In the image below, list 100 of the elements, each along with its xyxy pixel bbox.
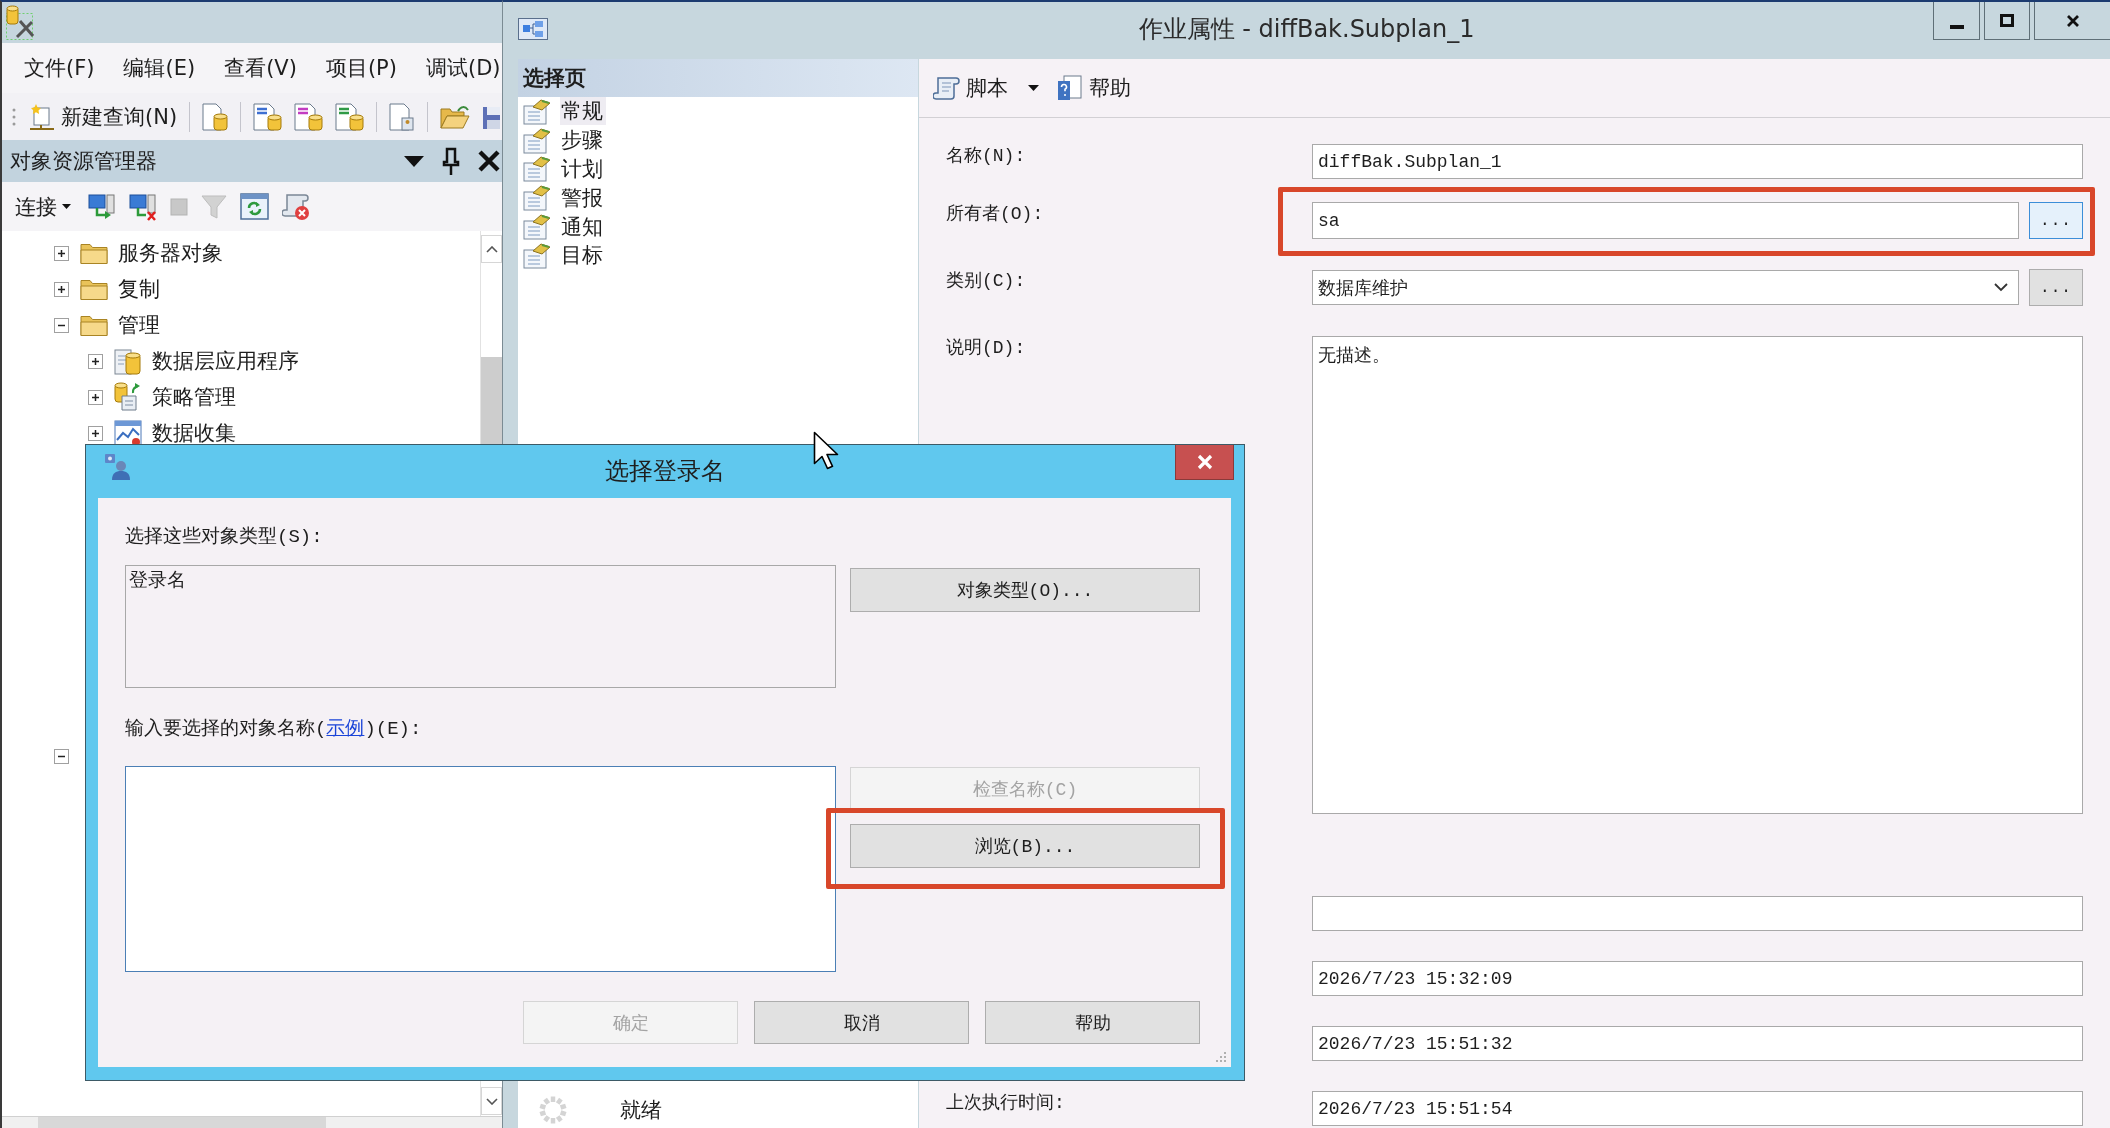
select-page-header: 选择页: [518, 59, 918, 97]
page-item[interactable]: 步骤: [560, 126, 606, 155]
examples-link[interactable]: 示例: [326, 718, 365, 740]
scrollbar-thumb[interactable]: [38, 1117, 326, 1128]
pin-icon[interactable]: [441, 147, 461, 175]
maximize-icon: [2000, 14, 2014, 27]
folder-icon: [80, 277, 108, 301]
scrollbar-thumb[interactable]: [481, 357, 502, 444]
cancel-button[interactable]: 取消: [754, 1001, 969, 1044]
page-item[interactable]: 目标: [560, 241, 606, 270]
tree-item[interactable]: 策略管理: [152, 383, 236, 411]
minimize-button[interactable]: [1933, 2, 1980, 40]
expand-icon[interactable]: [54, 245, 69, 261]
help-button[interactable]: 帮助: [985, 1001, 1200, 1044]
script-button[interactable]: 脚本: [933, 74, 1008, 102]
collapse-icon[interactable]: [54, 317, 69, 333]
ellipsis-button[interactable]: ...: [2029, 202, 2083, 239]
chevron-down-icon[interactable]: [485, 1097, 498, 1105]
text-field[interactable]: [1312, 896, 2083, 931]
close-button[interactable]: [1175, 445, 1234, 480]
tree-item[interactable]: 服务器对象: [118, 239, 223, 267]
collapse-icon[interactable]: [54, 748, 69, 764]
dialog-title: 选择登录名: [605, 456, 725, 486]
menu-item[interactable]: 项目(P): [325, 54, 397, 82]
app-icon: [5, 4, 35, 41]
scroll-icon: [933, 76, 960, 100]
ellipsis-button[interactable]: ...: [2029, 269, 2083, 306]
help-button[interactable]: 帮助: [1057, 74, 1131, 102]
menu-item[interactable]: 编辑(E): [123, 54, 196, 82]
query-file-icon[interactable]: [335, 102, 365, 131]
field-label: 类别(C):: [946, 270, 1026, 293]
caret-icon[interactable]: [1028, 85, 1039, 91]
window-title: 作业属性 - diffBak.Subplan_1: [1138, 14, 1475, 44]
page-icon: [523, 155, 552, 183]
chart-window-icon: [114, 419, 142, 447]
dropdown-field[interactable]: 数据库维护: [1312, 270, 2019, 305]
connect-button[interactable]: 连接: [15, 192, 75, 221]
tree-item[interactable]: 数据收集: [152, 419, 236, 447]
close-button[interactable]: [2034, 2, 2110, 40]
cursor-icon: [813, 431, 839, 471]
chevron-up-icon[interactable]: [485, 245, 498, 253]
disconnect-icon[interactable]: [129, 192, 157, 221]
field-label: 上次执行时间:: [946, 1092, 1065, 1115]
minimize-icon: [1949, 24, 1964, 29]
refresh-icon[interactable]: [240, 193, 269, 220]
text-field[interactable]: sa: [1312, 202, 2019, 239]
field-label: 说明(D):: [946, 337, 1026, 360]
expand-icon[interactable]: [54, 281, 69, 297]
script-cancel-icon[interactable]: [282, 192, 310, 221]
expand-icon[interactable]: [88, 353, 103, 369]
tree-item[interactable]: 管理: [118, 311, 160, 339]
spinner-icon: [538, 1095, 568, 1125]
object-names-input[interactable]: [125, 766, 836, 972]
close-icon: [2065, 13, 2080, 28]
window-icon: [518, 18, 548, 40]
tree-item[interactable]: 复制: [118, 275, 160, 303]
page-item[interactable]: 计划: [560, 155, 606, 183]
status-text: 就绪: [620, 1097, 662, 1124]
panel-title: 对象资源管理器: [10, 148, 157, 175]
resize-grip-icon: [1215, 1051, 1227, 1063]
menu-item[interactable]: 查看(V): [224, 54, 297, 82]
maximize-button[interactable]: [1984, 2, 2030, 40]
new-query-button[interactable]: 新建查询(N): [28, 102, 178, 131]
users-icon: [104, 453, 130, 481]
page-item[interactable]: 警报: [560, 183, 606, 212]
text-field[interactable]: 2026/7/23 15:51:32: [1312, 1026, 2083, 1061]
dropdown-caret-icon[interactable]: [404, 155, 424, 167]
folder-icon: [80, 241, 108, 265]
expand-icon[interactable]: [88, 389, 103, 405]
query-file-icon[interactable]: [294, 102, 324, 131]
document-icon[interactable]: [389, 102, 416, 131]
page-item[interactable]: 通知: [560, 212, 606, 241]
page-item[interactable]: 常规: [560, 97, 606, 126]
database-app-icon: [114, 346, 142, 376]
connect-icon[interactable]: [88, 192, 116, 221]
field-label: 输入要选择的对象名称(示例)(E):: [125, 717, 422, 742]
text-field[interactable]: diffBak.Subplan_1: [1312, 144, 2083, 179]
text-area[interactable]: 无描述。: [1312, 336, 2083, 814]
page-icon: [523, 184, 552, 212]
database-scroll-icon: [114, 382, 142, 412]
toolbar-grip-icon: [12, 106, 16, 127]
object-types-list[interactable]: 登录名: [125, 565, 836, 688]
folder-open-icon[interactable]: [440, 103, 471, 130]
page-icon: [523, 213, 552, 241]
tree-item[interactable]: 数据层应用程序: [152, 347, 299, 375]
chevron-down-icon: [1994, 283, 2008, 292]
text-field[interactable]: 2026/7/23 15:32:09: [1312, 961, 2083, 996]
field-label: 选择这些对象类型(S):: [125, 525, 323, 550]
close-icon: [1196, 454, 1213, 470]
query-file-icon[interactable]: [253, 102, 283, 131]
expand-icon[interactable]: [88, 425, 103, 441]
folder-icon: [80, 313, 108, 337]
object-types-button[interactable]: 对象类型(O)...: [850, 568, 1200, 612]
field-label: 名称(N):: [946, 145, 1026, 168]
menu-item[interactable]: 文件(F): [24, 54, 95, 82]
close-icon[interactable]: [478, 150, 500, 172]
menu-item[interactable]: 调试(D): [425, 54, 501, 82]
text-field[interactable]: 2026/7/23 15:51:54: [1312, 1091, 2083, 1126]
browse-button[interactable]: 浏览(B)...: [850, 824, 1200, 868]
database-file-icon[interactable]: [202, 102, 229, 131]
